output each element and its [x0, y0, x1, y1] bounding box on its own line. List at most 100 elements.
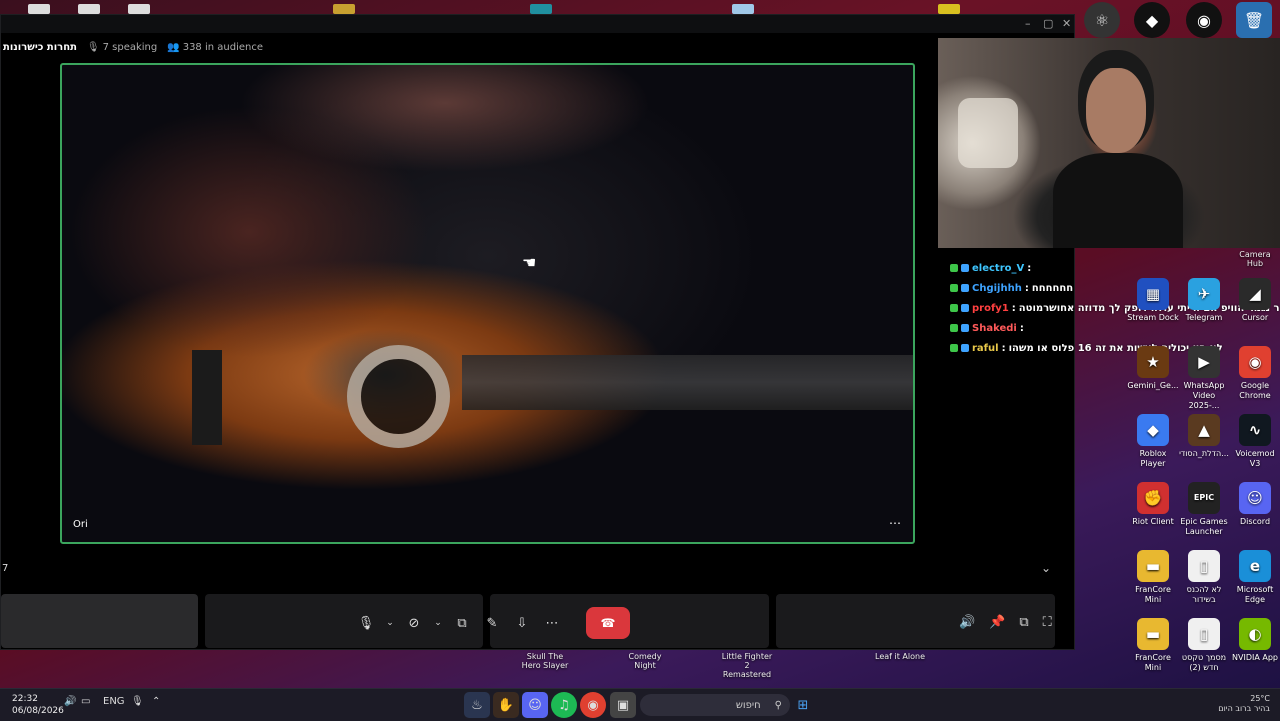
leave-call-button[interactable]: ☎	[586, 607, 630, 639]
chat-username: Chgijhhh	[972, 282, 1022, 294]
volume-icon[interactable]: 🔊	[959, 615, 975, 630]
stage-header: תחרות כישרונות 🎙 7 speaking 👥 338 in audie…	[3, 39, 263, 55]
chat-text: חחחחחח	[1031, 282, 1074, 294]
desktop-shortcut[interactable]: ▶ WhatsApp Video 2025-...	[1178, 346, 1230, 411]
microphone-icon[interactable]: 🎙	[131, 696, 144, 707]
background-clothes	[958, 98, 1018, 168]
app-icon: ▶	[1188, 346, 1220, 378]
chevron-up-icon[interactable]: ⌃	[152, 696, 160, 707]
minimize-icon[interactable]: –	[1025, 17, 1031, 30]
desktop-shortcut[interactable]: ▯ לא להכנס בשידור	[1178, 550, 1230, 605]
app-icon: e	[1239, 550, 1271, 582]
discord-icon[interactable]: ☺	[522, 692, 548, 718]
chat-username: Shakedi	[972, 322, 1017, 334]
language-indicator[interactable]: ENG	[103, 696, 125, 707]
desktop-shortcut[interactable]: ▯ מסמך טקסט חדש (2)	[1178, 618, 1230, 673]
chrome-icon[interactable]: ◉	[580, 692, 606, 718]
recycle-bin-icon[interactable]: 🗑	[1236, 2, 1272, 38]
chat-separator: :	[1024, 282, 1029, 294]
more-options-icon[interactable]: ⋯	[889, 516, 901, 530]
desktop-shortcut[interactable]: ◢ Cursor	[1229, 278, 1280, 323]
webcam-overlay	[938, 38, 1280, 248]
badge-icon	[950, 284, 958, 292]
close-icon[interactable]: ✕	[1062, 17, 1071, 30]
app-icon[interactable]	[530, 4, 552, 14]
windows-start-icon[interactable]: ⊞	[790, 692, 816, 718]
network-icon[interactable]: ▭	[81, 696, 90, 707]
roblox-icon[interactable]: ◆	[1134, 2, 1170, 38]
desktop-shortcut[interactable]: ✊ Riot Client	[1127, 482, 1179, 527]
badge-icon	[961, 344, 969, 352]
chat-separator: :	[1019, 322, 1024, 334]
maximize-icon[interactable]: ▢	[1043, 17, 1053, 30]
steam-icon[interactable]: ♨	[464, 692, 490, 718]
discord-stage-window: – ▢ ✕ תחרות כישרונות 🎙 7 speaking 👥 338 in…	[0, 14, 1075, 650]
shortcut-label: Google Chrome	[1239, 381, 1271, 400]
chat-separator: :	[1027, 262, 1032, 274]
app-icon[interactable]	[333, 4, 355, 14]
screen-share-icon[interactable]: ⧉	[452, 616, 472, 631]
app-icon: ▬	[1137, 618, 1169, 650]
shortcut-label: מסמך טקסט חדש (2)	[1181, 653, 1227, 672]
app-icon[interactable]	[732, 4, 754, 14]
shortcut-label: WhatsApp Video 2025-...	[1183, 381, 1225, 410]
app-icon[interactable]	[938, 4, 960, 14]
microphone-icon[interactable]: 🎙	[356, 616, 376, 631]
chevron-down-icon[interactable]: ⌄	[434, 618, 442, 628]
app-icon: ◢	[1239, 278, 1271, 310]
shortcut-label: FranCore Mini	[1135, 585, 1171, 604]
more-icon[interactable]: ⋯	[542, 616, 562, 631]
desktop-shortcut[interactable]: ▦ Stream Dock	[1127, 278, 1179, 323]
desktop-shortcut[interactable]: ◉ Google Chrome	[1229, 346, 1280, 401]
shortcut-label: Riot Client	[1132, 517, 1174, 526]
file-icon[interactable]	[78, 4, 100, 14]
app-icon[interactable]: ✋	[493, 692, 519, 718]
desktop-label[interactable]: Skull The Hero Slayer	[520, 652, 570, 670]
app-icon: ★	[1137, 346, 1169, 378]
move-to-audience-icon[interactable]: ⇩	[512, 616, 532, 631]
app-icon: ◆	[1137, 414, 1169, 446]
desktop-label[interactable]: Comedy Night	[620, 652, 670, 670]
app-icon[interactable]: ⚛	[1084, 2, 1120, 38]
search-icon: ⚲	[774, 699, 782, 711]
spotify-icon[interactable]: ♫	[551, 692, 577, 718]
file-icon[interactable]	[28, 4, 50, 14]
desktop-shortcut[interactable]: ▬ FranCore Mini	[1127, 550, 1179, 605]
fullscreen-icon[interactable]: ⛶	[1043, 615, 1052, 630]
desktop-shortcut[interactable]: ∿ Voicemod V3	[1229, 414, 1280, 469]
desktop-shortcut[interactable]: ◐ NVIDIA App	[1229, 618, 1280, 663]
camera-off-icon[interactable]: ⊘	[404, 616, 424, 631]
chat-username: electro_V	[972, 262, 1025, 274]
obs-icon[interactable]: ◉	[1186, 2, 1222, 38]
chevron-down-icon[interactable]: ⌄	[386, 618, 394, 628]
weather-widget[interactable]: 25°C בהיר ברוב היום	[1218, 694, 1270, 714]
participant-tile[interactable]	[1, 594, 198, 648]
app-icon: EPIC	[1188, 482, 1220, 514]
speaker-icon[interactable]: 🔊	[64, 696, 76, 707]
file-explorer-icon[interactable]: ▣	[610, 692, 636, 718]
mouse-cursor-icon: ☚	[522, 253, 537, 272]
desktop-label[interactable]: Leaf it Alone	[872, 652, 928, 661]
desktop-shortcut[interactable]: ◆ Roblox Player	[1127, 414, 1179, 469]
chevron-down-icon[interactable]: ⌄	[1041, 561, 1051, 575]
clock[interactable]: 22:32 06/08/2026	[12, 693, 64, 717]
desktop-shortcut[interactable]: ▬ FranCore Mini	[1127, 618, 1179, 673]
file-icon[interactable]	[128, 4, 150, 14]
view-controls: 🔊 📌 ⧉ ⛶	[959, 615, 1052, 630]
badge-icon	[961, 264, 969, 272]
desktop-shortcut[interactable]: ☺ Discord	[1229, 482, 1280, 527]
popout-icon[interactable]: ⧉	[1019, 615, 1028, 630]
desktop-shortcut[interactable]: ★ Gemini_Ge...	[1127, 346, 1179, 391]
desktop-shortcut[interactable]: ✈ Telegram	[1178, 278, 1230, 323]
desktop-shortcut[interactable]: ▲ הדלת_הסודי...	[1178, 414, 1230, 459]
desktop-shortcut[interactable]: e Microsoft Edge	[1229, 550, 1280, 605]
search-box[interactable]: חיפוש ⚲	[640, 694, 790, 716]
app-icon: ▦	[1137, 278, 1169, 310]
pin-icon[interactable]: 📌	[989, 615, 1005, 630]
activities-icon[interactable]: ✎	[482, 616, 502, 631]
desktop-label[interactable]: Little Fighter 2 Remastered	[720, 652, 774, 679]
badge-icon	[961, 284, 969, 292]
desktop-shortcut[interactable]: EPIC Epic Games Launcher	[1178, 482, 1230, 537]
speaker-video[interactable]: ☚ Ori ⋯	[60, 63, 915, 544]
shortcut-label: Epic Games Launcher	[1180, 517, 1228, 536]
